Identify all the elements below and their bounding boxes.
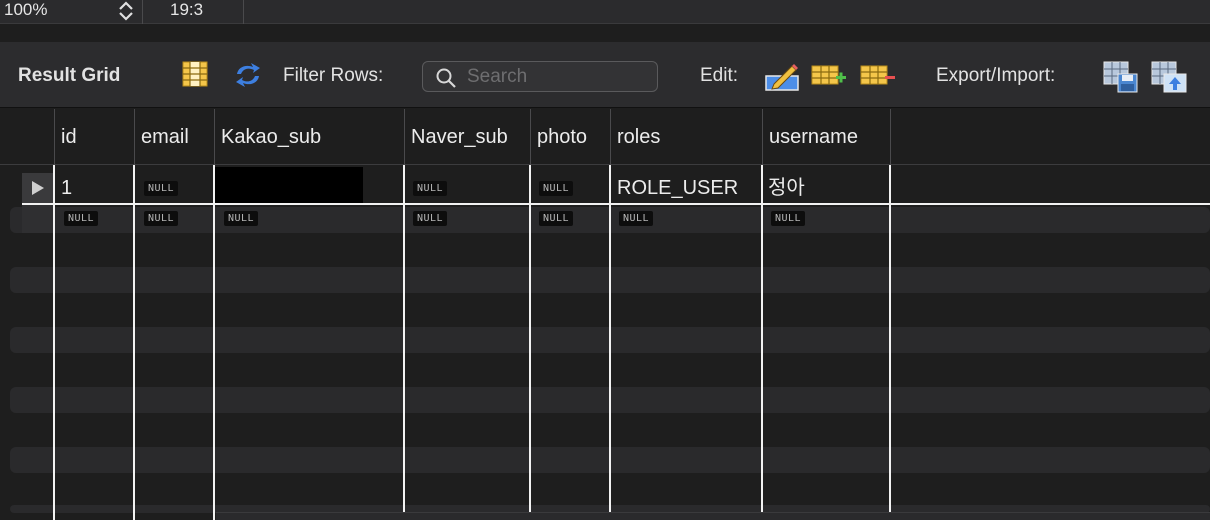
cell-email-null[interactable]: NULL [144, 211, 179, 226]
filter-rows-label: Filter Rows: [283, 65, 384, 86]
result-grid-label[interactable]: Result Grid [18, 64, 120, 88]
column-line [213, 165, 215, 520]
divider [243, 0, 244, 24]
column-line [133, 165, 135, 520]
zoom-stepper-icon[interactable] [116, 0, 136, 22]
column-header-photo[interactable]: photo [530, 109, 611, 165]
cursor-position: 19:3 [170, 0, 204, 19]
row-selector[interactable] [22, 205, 54, 233]
edit-label: Edit: [700, 65, 739, 86]
result-grid[interactable]: id email Kakao_sub Naver_sub photo roles… [0, 109, 1210, 520]
column-header-naver-sub[interactable]: Naver_sub [404, 109, 531, 165]
column-line [53, 165, 55, 520]
refresh-icon[interactable] [232, 60, 262, 90]
cell-roles-null[interactable]: NULL [619, 211, 654, 226]
cell-photo-null[interactable]: NULL [539, 211, 574, 226]
column-header-username[interactable]: username [762, 109, 891, 165]
column-line [529, 165, 531, 520]
column-line [609, 165, 611, 520]
search-input[interactable] [467, 64, 653, 90]
status-bar: 100% 19:3 [0, 0, 1210, 24]
cell-kakao-sub-null[interactable]: NULL [224, 211, 259, 226]
delete-row-icon[interactable] [859, 60, 895, 90]
selected-row-border [22, 203, 1210, 205]
cell-naver-sub-null[interactable]: NULL [413, 211, 448, 226]
row-selector[interactable] [22, 173, 54, 203]
zoom-level[interactable]: 100% [4, 0, 47, 20]
column-header-email[interactable]: email [134, 109, 215, 165]
add-row-icon[interactable] [810, 60, 846, 90]
cell-photo-null[interactable]: NULL [539, 181, 574, 196]
cell-username-null[interactable]: NULL [771, 211, 806, 226]
cell-naver-sub-null[interactable]: NULL [413, 181, 448, 196]
result-toolbar: Result Grid Filter Rows: Edit: [0, 42, 1210, 108]
export-icon[interactable] [1102, 60, 1138, 93]
cell-id-null[interactable]: NULL [64, 211, 99, 226]
search-icon [435, 67, 457, 89]
redacted-cell-kakao-sub[interactable] [215, 167, 363, 203]
cell-username[interactable]: 정아 [768, 173, 805, 203]
horizontal-scrollbar[interactable] [216, 512, 1210, 520]
column-line [403, 165, 405, 520]
current-row-arrow-icon [32, 181, 44, 195]
column-header-id[interactable]: id [54, 109, 135, 165]
cell-email-null[interactable]: NULL [144, 181, 179, 196]
cell-roles[interactable]: ROLE_USER [617, 173, 738, 203]
column-header-kakao-sub[interactable]: Kakao_sub [214, 109, 405, 165]
column-line [761, 165, 763, 520]
edit-pencil-icon[interactable] [764, 60, 799, 91]
divider [142, 0, 143, 24]
search-box[interactable] [422, 61, 658, 92]
cell-id[interactable]: 1 [61, 173, 72, 203]
export-import-label: Export/Import: [936, 65, 1056, 86]
column-header-row: id email Kakao_sub Naver_sub photo roles… [0, 109, 1210, 165]
import-icon[interactable] [1150, 60, 1187, 93]
column-header-roles[interactable]: roles [610, 109, 763, 165]
grid-columns-icon[interactable] [181, 60, 211, 90]
column-line [889, 165, 891, 520]
